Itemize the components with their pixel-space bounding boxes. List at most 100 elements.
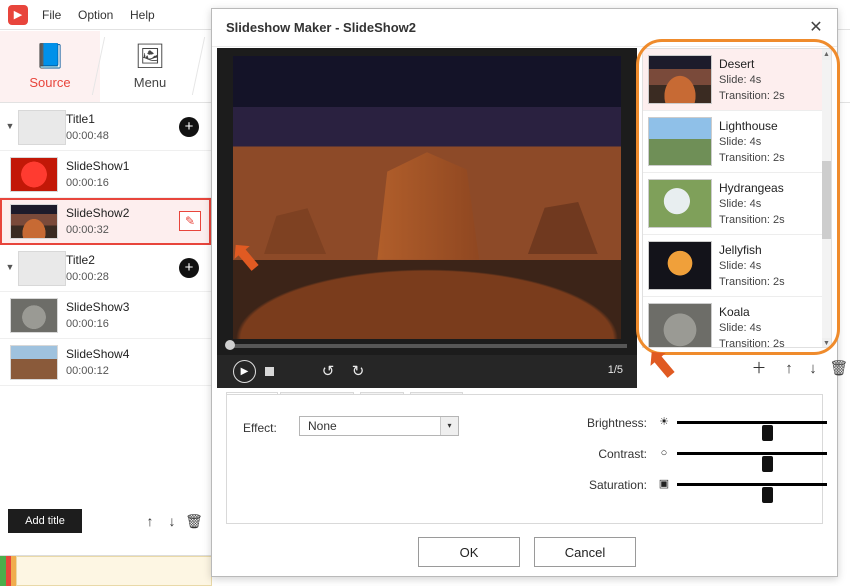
list-item-title2[interactable]: ▼ Title2 00:00:28 + (0, 245, 211, 292)
brightness-row: Brightness: ☀ ☀ 50 (227, 411, 824, 439)
brightness-label: Brightness: (552, 416, 647, 430)
tab-source-label: Source (0, 75, 100, 90)
thumbnail (648, 241, 712, 290)
template-icon: 🖼 (100, 39, 200, 75)
add-slideshow-button[interactable]: + (179, 117, 199, 137)
list-item-slideshow1[interactable]: SlideShow1 00:00:16 (0, 151, 211, 198)
slides-scrollbar[interactable]: ▲ ▼ (822, 49, 831, 348)
slide-item-koala[interactable]: Koala Slide: 4s Transition: 2s (643, 297, 831, 348)
add-title-button[interactable]: Add title (8, 509, 82, 533)
slide-item-lighthouse[interactable]: Lighthouse Slide: 4s Transition: 2s (643, 111, 831, 173)
slide-item-hydrangeas[interactable]: Hydrangeas Slide: 4s Transition: 2s (643, 173, 831, 235)
menu-help[interactable]: Help (124, 7, 161, 23)
cancel-button[interactable]: Cancel (534, 537, 636, 567)
move-slide-down-icon[interactable]: ↓ (802, 358, 824, 380)
slide-duration: Slide: 4s (719, 322, 761, 334)
list-item-label: Title2 (66, 253, 95, 267)
app-logo-icon: ▶ (8, 5, 28, 25)
list-item-duration: 00:00:32 (66, 224, 109, 236)
list-item-slideshow4[interactable]: SlideShow4 00:00:12 (0, 339, 211, 386)
effect-settings-panel: Effect: None ▾ Brightness: ☀ ☀ 50 Contra… (226, 394, 823, 524)
saturation-slider-track[interactable] (677, 483, 827, 486)
saturation-row: Saturation: ▣ ■ 50 (227, 473, 824, 501)
preview-seek-bar[interactable] (227, 344, 627, 348)
contrast-slider-track[interactable] (677, 452, 827, 455)
thumbnail (10, 345, 58, 380)
rotate-right-icon[interactable]: ↻ (347, 362, 369, 382)
menu-option[interactable]: Option (72, 7, 119, 23)
dialog-close-icon[interactable]: ✕ (805, 17, 827, 39)
play-icon[interactable]: ▶ (233, 360, 256, 383)
rotate-left-icon[interactable]: ↺ (317, 362, 339, 382)
tab-menu[interactable]: 🖼 Menu (100, 31, 200, 102)
move-up-icon[interactable]: ↑ (140, 511, 160, 531)
slide-name: Jellyfish (719, 243, 762, 257)
contrast-row: Contrast: ○ ◐ 50 (227, 442, 824, 470)
dialog-title-bar: Slideshow Maker - SlideShow2 ✕ (212, 9, 837, 47)
contrast-slider-handle[interactable] (762, 456, 773, 472)
edit-icon[interactable]: ✎ (179, 211, 201, 231)
move-slide-up-icon[interactable]: ↑ (778, 358, 800, 380)
list-item-label: Title1 (66, 112, 95, 126)
book-icon: 📘 (0, 39, 100, 75)
square-outline-icon: ▣ (657, 477, 671, 491)
slide-duration: Slide: 4s (719, 136, 761, 148)
chevron-down-icon[interactable]: ▼ (4, 261, 16, 273)
delete-icon[interactable]: 🗑 (184, 511, 204, 531)
menu-file[interactable]: File (36, 7, 67, 23)
sun-small-icon: ☀ (657, 415, 671, 429)
source-list-controls: Add title ↑ ↓ 🗑 (0, 499, 212, 545)
slide-item-desert[interactable]: Desert Slide: 4s Transition: 2s (643, 49, 831, 111)
move-down-icon[interactable]: ↓ (162, 511, 182, 531)
slide-duration: Slide: 4s (719, 74, 761, 86)
scroll-down-icon[interactable]: ▼ (822, 338, 831, 348)
add-slide-icon[interactable]: ＋ (748, 358, 770, 380)
slide-duration: Slide: 4s (719, 260, 761, 272)
thumbnail (10, 298, 58, 333)
timeline-strip[interactable] (0, 555, 212, 585)
scroll-up-icon[interactable]: ▲ (822, 49, 831, 60)
ok-button[interactable]: OK (418, 537, 520, 567)
tab-source[interactable]: 📘 Source (0, 31, 100, 102)
stop-icon[interactable] (265, 367, 274, 376)
slide-name: Koala (719, 305, 750, 319)
slide-transition: Transition: 2s (719, 152, 785, 164)
list-item-duration: 00:00:28 (66, 271, 109, 283)
slide-transition: Transition: 2s (719, 90, 785, 102)
saturation-slider-handle[interactable] (762, 487, 773, 503)
preview-area: ▶ ↺ ↻ 1/5 (217, 48, 637, 388)
circle-outline-icon: ○ (657, 446, 671, 460)
slides-list[interactable]: Desert Slide: 4s Transition: 2s Lighthou… (642, 48, 832, 348)
list-item-label: SlideShow1 (66, 159, 129, 173)
contrast-label: Contrast: (552, 447, 647, 461)
thumbnail (10, 204, 58, 239)
scrollbar-thumb[interactable] (822, 161, 831, 239)
thumbnail (648, 117, 712, 166)
slide-transition: Transition: 2s (719, 214, 785, 226)
preview-seek-handle[interactable] (225, 340, 235, 350)
slide-transition: Transition: 2s (719, 276, 785, 288)
tab-menu-label: Menu (100, 75, 200, 90)
delete-slide-icon[interactable]: 🗑 (828, 358, 850, 380)
list-item-title1[interactable]: ▼ Title1 00:00:48 + (0, 104, 211, 151)
list-item-duration: 00:00:12 (66, 365, 109, 377)
thumbnail (648, 179, 712, 228)
list-item-duration: 00:00:16 (66, 177, 109, 189)
brightness-slider-track[interactable] (677, 421, 827, 424)
list-item-duration: 00:00:48 (66, 130, 109, 142)
brightness-slider-handle[interactable] (762, 425, 773, 441)
thumbnail (648, 55, 712, 104)
add-slideshow-button[interactable]: + (179, 258, 199, 278)
slide-item-jellyfish[interactable]: Jellyfish Slide: 4s Transition: 2s (643, 235, 831, 297)
thumbnail (10, 157, 58, 192)
list-item-slideshow2[interactable]: SlideShow2 00:00:32 ✎ (0, 198, 211, 245)
slideshow-maker-dialog: Slideshow Maker - SlideShow2 ✕ ▶ ↺ ↻ 1/5… (211, 8, 838, 577)
chevron-down-icon[interactable]: ▼ (4, 120, 16, 132)
dialog-title: Slideshow Maker - SlideShow2 (226, 20, 416, 35)
slide-name: Desert (719, 57, 754, 71)
page-indicator: 1/5 (608, 364, 623, 376)
thumbnail (18, 251, 66, 286)
list-item-slideshow3[interactable]: SlideShow3 00:00:16 (0, 292, 211, 339)
slide-transition: Transition: 2s (719, 338, 785, 348)
list-item-label: SlideShow3 (66, 300, 129, 314)
